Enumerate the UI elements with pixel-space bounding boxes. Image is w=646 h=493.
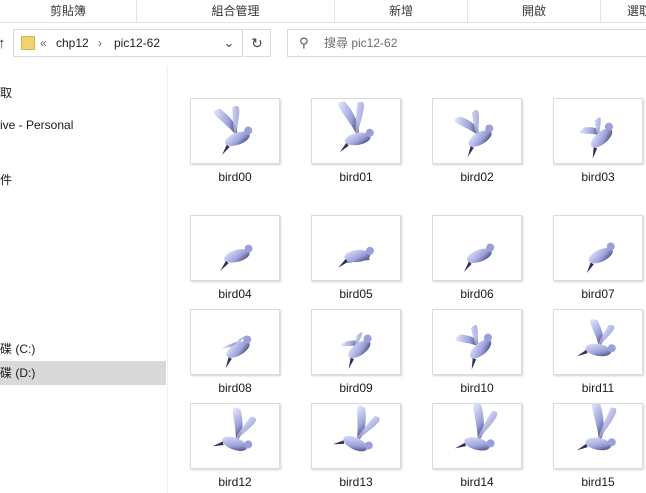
file-thumbnail[interactable] [432, 98, 522, 164]
navigation-pane: 取 ive - Personal 件 碟 (C:) 碟 (D:) [0, 66, 168, 493]
ribbon-group-select[interactable]: 選取 [601, 0, 646, 22]
breadcrumb-separator[interactable]: › [98, 30, 102, 56]
ribbon-group-new[interactable]: 新增 [335, 0, 468, 22]
bird-image [220, 244, 253, 271]
bird-image [579, 117, 613, 159]
file-name: bird07 [581, 287, 615, 301]
refresh-icon[interactable]: ↻ [244, 29, 271, 57]
bird-image [213, 105, 253, 155]
ribbon-group-organize[interactable]: 組合管理 [137, 0, 335, 22]
file-name: bird14 [460, 475, 494, 489]
file-tile[interactable]: bird03 [553, 98, 645, 184]
file-thumbnail[interactable] [190, 403, 280, 469]
file-tile[interactable]: bird12 [190, 403, 282, 489]
bird-image [338, 246, 374, 268]
file-tile[interactable]: bird13 [311, 403, 403, 489]
up-arrow-icon[interactable]: ↑ [0, 34, 12, 54]
file-name: bird08 [218, 381, 252, 395]
nav-item-quick-access[interactable]: 取 [0, 82, 166, 104]
file-tile[interactable]: bird04 [190, 215, 282, 301]
search-input[interactable] [324, 30, 624, 56]
breadcrumb-chp12[interactable]: chp12 [56, 30, 89, 56]
file-thumbnail[interactable] [190, 215, 280, 281]
file-name: bird04 [218, 287, 252, 301]
bird-image [455, 404, 498, 451]
file-name: bird03 [581, 170, 615, 184]
nav-item-drive-d[interactable]: 碟 (D:) [0, 361, 166, 385]
bird-image [455, 325, 492, 370]
ribbon-group-open[interactable]: 開啟 [468, 0, 601, 22]
file-tile[interactable]: bird07 [553, 215, 645, 301]
nav-item-onedrive[interactable]: ive - Personal [0, 114, 166, 136]
bird-image [222, 335, 252, 369]
file-thumbnail[interactable] [432, 215, 522, 281]
file-name: bird11 [581, 381, 615, 395]
file-tile[interactable]: bird01 [311, 98, 403, 184]
bird-image [586, 242, 615, 274]
file-name: bird01 [339, 170, 373, 184]
file-grid: bird00 bird01 bird02 bird03 bird04 bird05 bird… [168, 66, 646, 493]
search-icon: ⚲ [299, 35, 309, 50]
bird-image [576, 319, 616, 357]
file-name: bird10 [460, 381, 494, 395]
file-tile[interactable]: bird10 [432, 309, 524, 395]
file-tile[interactable]: bird05 [311, 215, 403, 301]
ribbon-group-labels: 剪貼簿 組合管理 新增 開啟 選取 [0, 0, 646, 23]
file-thumbnail[interactable] [553, 215, 643, 281]
file-tile[interactable]: bird09 [311, 309, 403, 395]
address-bar[interactable]: « chp12 › pic12-62 ⌄ [13, 29, 243, 57]
ribbon-group-clipboard[interactable]: 剪貼簿 [0, 0, 137, 22]
file-name: bird09 [339, 381, 373, 395]
bird-image [212, 407, 256, 451]
file-thumbnail[interactable] [311, 403, 401, 469]
file-tile[interactable]: bird15 [553, 403, 645, 489]
bird-image [454, 110, 494, 158]
file-tile[interactable]: bird02 [432, 98, 524, 184]
file-thumbnail[interactable] [190, 309, 280, 375]
bird-image [338, 101, 374, 153]
file-name: bird06 [460, 287, 494, 301]
file-tile[interactable]: bird06 [432, 215, 524, 301]
folder-icon [21, 36, 35, 50]
file-name: bird15 [581, 475, 615, 489]
file-name: bird05 [339, 287, 373, 301]
file-tile[interactable]: bird00 [190, 98, 282, 184]
file-thumbnail[interactable] [553, 98, 643, 164]
search-box[interactable]: ⚲ [287, 29, 646, 57]
bird-image [463, 243, 495, 272]
file-name: bird12 [218, 475, 252, 489]
file-thumbnail[interactable] [553, 309, 643, 375]
bird-image [332, 405, 380, 452]
file-name: bird00 [218, 170, 252, 184]
chevron-down-icon[interactable]: ⌄ [216, 30, 242, 56]
address-bar-row: ↑ « chp12 › pic12-62 ⌄ ↻ ⚲ [0, 23, 646, 65]
file-tile[interactable]: bird11 [553, 309, 645, 395]
nav-item-documents[interactable]: 件 [0, 169, 166, 191]
file-thumbnail[interactable] [553, 403, 643, 469]
nav-item-drive-c[interactable]: 碟 (C:) [0, 338, 166, 360]
file-tile[interactable]: bird08 [190, 309, 282, 395]
file-thumbnail[interactable] [311, 215, 401, 281]
bird-image [340, 332, 372, 369]
breadcrumb-pic12-62[interactable]: pic12-62 [114, 30, 160, 56]
file-tile[interactable]: bird14 [432, 403, 524, 489]
file-thumbnail[interactable] [311, 98, 401, 164]
file-thumbnail[interactable] [311, 309, 401, 375]
file-thumbnail[interactable] [432, 309, 522, 375]
file-thumbnail[interactable] [190, 98, 280, 164]
file-thumbnail[interactable] [432, 403, 522, 469]
breadcrumb-overflow[interactable]: « [40, 30, 47, 56]
file-name: bird13 [339, 475, 373, 489]
bird-image [576, 404, 617, 451]
file-name: bird02 [460, 170, 494, 184]
